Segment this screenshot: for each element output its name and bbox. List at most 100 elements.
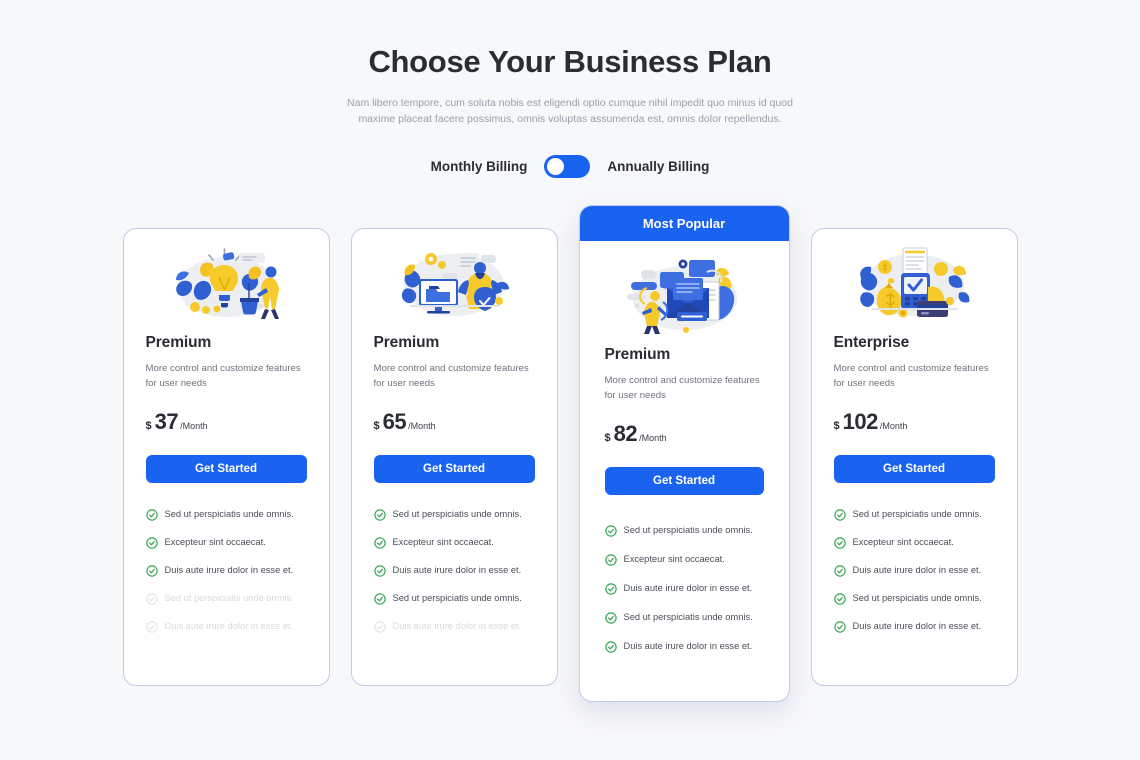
payment-terminal-illustration [812,229,1017,334]
feature-label: Sed ut perspiciatis unde omnis. [623,525,753,536]
feature-item: Sed ut perspiciatis unde omnis. [604,611,764,624]
check-circle-icon [145,508,158,521]
currency-symbol: $ [373,419,380,432]
feature-label: Duis aute irure dolor in esse et. [852,621,982,632]
plan-description: More control and customize features for … [145,363,301,390]
card-body: Premium More control and customize featu… [124,334,329,633]
check-circle-icon [373,508,386,521]
currency-symbol: $ [604,431,611,444]
billing-period: /Month [879,420,908,431]
monthly-billing-label[interactable]: Monthly Billing [431,159,528,174]
currency-symbol: $ [833,419,840,432]
feature-item: Duis aute irure dolor in esse et. [604,582,764,595]
check-circle-icon [373,564,386,577]
check-circle-icon [145,536,158,549]
feature-label: Excepteur sint occaecat. [852,537,954,548]
feature-item: Excepteur sint occaecat. [145,536,307,549]
feature-label: Sed ut perspiciatis unde omnis. [392,509,522,520]
check-circle-icon [604,582,617,595]
check-circle-icon [833,564,846,577]
feature-label: Duis aute irure dolor in esse et. [852,565,982,576]
check-circle-icon [145,592,158,605]
feature-label: Excepteur sint occaecat. [392,537,494,548]
plan-name: Premium [145,334,212,351]
plan-name: Enterprise [833,334,910,351]
pricing-card: Enterprise More control and customize fe… [810,228,1018,686]
feature-item: Excepteur sint occaecat. [833,536,995,549]
feature-item: Sed ut perspiciatis unde omnis. [373,592,535,605]
toggle-knob [547,158,565,176]
feature-list: Sed ut perspiciatis unde omnis. Excepteu… [833,508,995,633]
feature-item: Sed ut perspiciatis unde omnis. [373,508,535,521]
get-started-button[interactable]: Get Started [604,466,764,495]
page-title: Choose Your Business Plan [368,44,772,79]
hero-section: Choose Your Business Plan Nam libero tem… [0,0,1140,179]
feature-list: Sed ut perspiciatis unde omnis. Excepteu… [373,508,535,633]
most-popular-badge: Most Popular [579,206,789,241]
check-circle-icon [833,508,846,521]
plan-price: $ 102 /Month [834,409,995,435]
billing-period: /Month [639,432,667,443]
feature-label: Duis aute irure dolor in esse et. [392,621,522,632]
pricing-card-featured: Most Popular Premium More control and cu… [578,205,790,702]
plan-name: Premium [604,346,671,363]
check-circle-icon [833,620,846,633]
feature-item: Excepteur sint occaecat. [604,553,764,566]
plan-price: $ 65 /Month [374,409,535,435]
check-circle-icon [373,536,386,549]
pricing-cards-row: Premium More control and customize featu… [0,205,1140,702]
feature-label: Duis aute irure dolor in esse et. [623,641,753,652]
feature-item: Sed ut perspiciatis unde omnis. [833,592,995,605]
feature-item: Duis aute irure dolor in esse et. [373,620,535,633]
check-circle-icon [145,564,158,577]
feature-item: Sed ut perspiciatis unde omnis. [833,508,995,521]
billing-toggle-group: Monthly Billing Annually Billing [0,155,1140,179]
annually-billing-label[interactable]: Annually Billing [607,159,709,174]
feature-item: Duis aute irure dolor in esse et. [604,640,764,653]
price-amount: 82 [613,420,638,446]
feature-label: Excepteur sint occaecat. [623,554,725,565]
get-started-button[interactable]: Get Started [145,454,307,483]
email-envelope-illustration [580,241,789,346]
feature-item: Sed ut perspiciatis unde omnis. [604,524,764,537]
pricing-page: Choose Your Business Plan Nam libero tem… [0,0,1140,760]
card-body: Premium More control and customize featu… [580,346,789,653]
check-circle-icon [373,620,386,633]
check-circle-icon [604,524,617,537]
feature-item: Duis aute irure dolor in esse et. [145,564,307,577]
plan-description: More control and customize features for … [373,363,529,390]
card-body: Enterprise More control and customize fe… [812,334,1017,633]
feature-label: Sed ut perspiciatis unde omnis. [164,593,294,604]
pricing-card: Premium More control and customize featu… [122,228,330,686]
feature-label: Duis aute irure dolor in esse et. [623,583,753,594]
feature-label: Excepteur sint occaecat. [164,537,266,548]
price-amount: 102 [842,408,879,434]
pricing-card: Premium More control and customize featu… [350,228,558,686]
billing-period: /Month [180,420,208,431]
plan-name: Premium [373,334,440,351]
feature-label: Sed ut perspiciatis unde omnis. [852,509,982,520]
get-started-button[interactable]: Get Started [373,454,535,483]
feature-item: Duis aute irure dolor in esse et. [833,564,995,577]
check-circle-icon [833,592,846,605]
desktop-folder-illustration [352,229,557,334]
page-subtitle: Nam libero tempore, cum soluta nobis est… [347,96,793,125]
plan-description: More control and customize features for … [604,375,760,402]
get-started-button[interactable]: Get Started [833,454,995,483]
feature-label: Sed ut perspiciatis unde omnis. [392,593,522,604]
check-circle-icon [145,620,158,633]
check-circle-icon [604,611,617,624]
lightbulb-idea-illustration [124,229,329,334]
feature-item: Sed ut perspiciatis unde omnis. [145,508,307,521]
price-amount: 37 [154,408,179,434]
feature-list: Sed ut perspiciatis unde omnis. Excepteu… [604,524,764,653]
feature-item: Sed ut perspiciatis unde omnis. [145,592,307,605]
card-body: Premium More control and customize featu… [352,334,557,633]
billing-toggle-switch[interactable] [544,155,591,179]
price-amount: 65 [382,408,407,434]
check-circle-icon [833,536,846,549]
plan-price: $ 37 /Month [146,409,307,435]
check-circle-icon [604,553,617,566]
feature-label: Sed ut perspiciatis unde omnis. [852,593,982,604]
feature-item: Duis aute irure dolor in esse et. [373,564,535,577]
